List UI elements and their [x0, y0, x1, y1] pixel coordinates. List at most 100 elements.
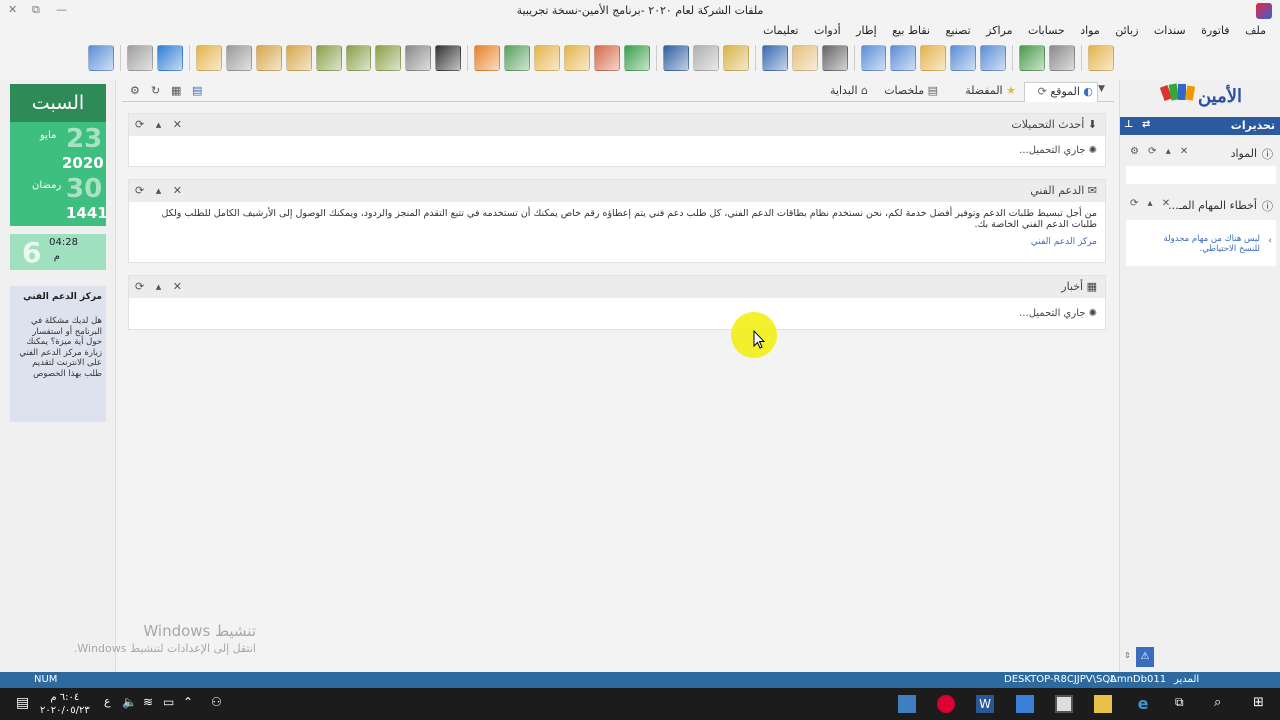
window-graph-icon[interactable]: [980, 45, 1007, 71]
widget-controls[interactable]: ✕ ▴ ⟳: [135, 280, 186, 293]
window-chart-icon[interactable]: [890, 45, 917, 71]
widget-controls[interactable]: ✕ ▴ ⟳: [135, 184, 186, 197]
alert-task-errors[interactable]: ⓘ أخطاء المهام المـ... ✕ ▴ ⟳: [1124, 196, 1277, 216]
alert-controls[interactable]: ✕ ▴ ⟳ ⚙: [1130, 146, 1191, 157]
transfer-icon[interactable]: [405, 45, 432, 71]
menu-vouchers[interactable]: سندات: [1148, 22, 1192, 39]
chevron-up-icon[interactable]: ⌃: [183, 695, 201, 713]
report-icon[interactable]: [534, 45, 561, 71]
print-icon[interactable]: [692, 45, 719, 71]
window-title: ملفات الشركة لعام ٢٠٢٠ -برنامج الأمين-نس…: [516, 4, 764, 17]
tab-summaries[interactable]: ▤ ملخصات: [874, 82, 942, 102]
alert-materials[interactable]: ⓘ المواد ✕ ▴ ⟳ ⚙: [1124, 144, 1277, 164]
task-view-icon[interactable]: ⧉: [1175, 695, 1193, 713]
language-indicator[interactable]: ع: [104, 695, 122, 713]
chart-icon[interactable]: [504, 45, 531, 71]
clock-ampm: م: [53, 251, 60, 262]
expand-icon[interactable]: ⇕: [1124, 651, 1131, 660]
support-center-box[interactable]: مركز الدعم الفني هل لديك مشكلة في البرنا…: [10, 286, 106, 422]
taskbar-app-photos-icon[interactable]: [898, 695, 916, 713]
pen-icon[interactable]: [821, 45, 848, 71]
taskbar-file-explorer-icon[interactable]: [1094, 695, 1112, 713]
tab-home[interactable]: ⌂ البداية: [812, 82, 872, 102]
window-icon[interactable]: [860, 45, 887, 71]
users-icon[interactable]: [255, 45, 282, 71]
list-view-icon[interactable]: ▤: [192, 84, 202, 97]
taskbar-store-icon[interactable]: [1055, 695, 1073, 713]
menu-materials[interactable]: مواد: [1074, 22, 1106, 39]
arrow-right-icon[interactable]: [345, 45, 372, 71]
menu-pos[interactable]: نقاط بيع: [886, 22, 936, 39]
pin-icon[interactable]: ⊥: [1124, 119, 1133, 130]
notification-icon[interactable]: ▤: [16, 695, 34, 713]
money-icon[interactable]: [1019, 45, 1046, 71]
open-folder-icon[interactable]: [1088, 45, 1114, 71]
barcode-icon[interactable]: [435, 45, 462, 71]
alerts-header: تحذيرات ⇄ ⊥: [1120, 117, 1280, 135]
calculator-icon[interactable]: [126, 45, 153, 71]
tab-label: ملخصات: [884, 84, 925, 97]
menu-centers[interactable]: مراكز: [980, 22, 1018, 39]
window-user-icon[interactable]: [950, 45, 977, 71]
menu-file[interactable]: ملف: [1239, 22, 1272, 39]
support-center-link[interactable]: مركز الدعم الفني: [1031, 237, 1097, 247]
taskbar-alameen-icon[interactable]: [937, 695, 955, 713]
tab-website[interactable]: ◐ الموقع ⟳: [1024, 82, 1098, 102]
user-icon[interactable]: [88, 45, 114, 71]
grid-view-icon[interactable]: ▦: [171, 84, 181, 97]
tab-label: المفضلة: [965, 84, 1003, 97]
wifi-icon[interactable]: ≋: [143, 695, 161, 713]
tab-favorites[interactable]: ★ المفضلة: [944, 82, 1020, 102]
refresh-icon[interactable]: ↻: [151, 84, 160, 97]
users-group-icon[interactable]: [285, 45, 312, 71]
gear-icon[interactable]: [225, 45, 252, 71]
loading-text: ✺ جاري التحميل...: [1019, 145, 1097, 156]
book-icon[interactable]: [623, 45, 650, 71]
app-icon: [1256, 3, 1272, 19]
support-text: هل لديك مشكلة في البرنامج أو استفسار حول…: [19, 316, 102, 379]
info-icon[interactable]: [662, 45, 689, 71]
news-widget: ▦ أخبار ✕ ▴ ⟳ ✺ جاري التحميل...: [128, 275, 1106, 330]
people-icon[interactable]: ⚇: [211, 695, 229, 713]
support-heading: مركز الدعم الفني: [23, 292, 102, 302]
menu-manufacturing[interactable]: تصنيع: [940, 22, 977, 39]
taskbar-word-icon[interactable]: W: [976, 695, 994, 713]
tab-dropdown-icon[interactable]: ▼: [1098, 84, 1105, 94]
widget-title: ✉ الدعم الفني: [1030, 184, 1097, 197]
menu-invoice[interactable]: فاتورة: [1195, 22, 1235, 39]
notebook-icon[interactable]: [761, 45, 788, 71]
alert-triangle-icon[interactable]: ⚠: [1136, 647, 1154, 667]
menu-customers[interactable]: زبائن: [1109, 22, 1144, 39]
scale-icon[interactable]: [722, 45, 749, 71]
menu-frame[interactable]: إطار: [850, 22, 882, 39]
gregorian-month: مايو: [40, 130, 57, 141]
download-icon[interactable]: [375, 45, 402, 71]
weekday-label: السبت: [10, 84, 106, 122]
folder-icon[interactable]: [195, 45, 222, 71]
menu-tools[interactable]: أدوات: [808, 22, 847, 39]
refresh-icon[interactable]: ⇄: [1142, 119, 1150, 130]
settings-doc-icon[interactable]: [1049, 45, 1076, 71]
taskbar-edge-icon[interactable]: e: [1134, 695, 1152, 713]
menu-accounts[interactable]: حسابات: [1022, 22, 1071, 39]
window-folder-icon[interactable]: [920, 45, 947, 71]
menu-help[interactable]: تعليمات: [757, 22, 804, 39]
report-edit-icon[interactable]: [564, 45, 590, 71]
gear-icon[interactable]: ⚙: [130, 84, 140, 97]
windows-start-icon[interactable]: ⊞: [1253, 695, 1271, 713]
pie-icon[interactable]: [474, 45, 501, 71]
alert-controls[interactable]: ✕ ▴ ⟳: [1130, 198, 1173, 209]
taskbar-clock[interactable]: ٦:٠٤ م ٢٠٢٠/٠٥/٢٣: [40, 691, 90, 717]
database-icon[interactable]: [594, 45, 620, 71]
search-icon[interactable]: ⌕: [1214, 695, 1232, 713]
battery-icon[interactable]: ▭: [163, 695, 181, 713]
alert-label: المواد: [1230, 147, 1257, 160]
refresh-icon[interactable]: [156, 45, 183, 71]
widget-controls[interactable]: ✕ ▴ ⟳: [135, 118, 186, 131]
arrow-left-icon[interactable]: [315, 45, 342, 71]
widget-header: ✉ الدعم الفني ✕ ▴ ⟳: [129, 180, 1105, 202]
volume-icon[interactable]: 🔈: [122, 695, 140, 713]
document-icon[interactable]: [791, 45, 818, 71]
taskbar-mail-icon[interactable]: [1016, 695, 1034, 713]
chevron-left-icon[interactable]: ‹: [1268, 236, 1272, 246]
